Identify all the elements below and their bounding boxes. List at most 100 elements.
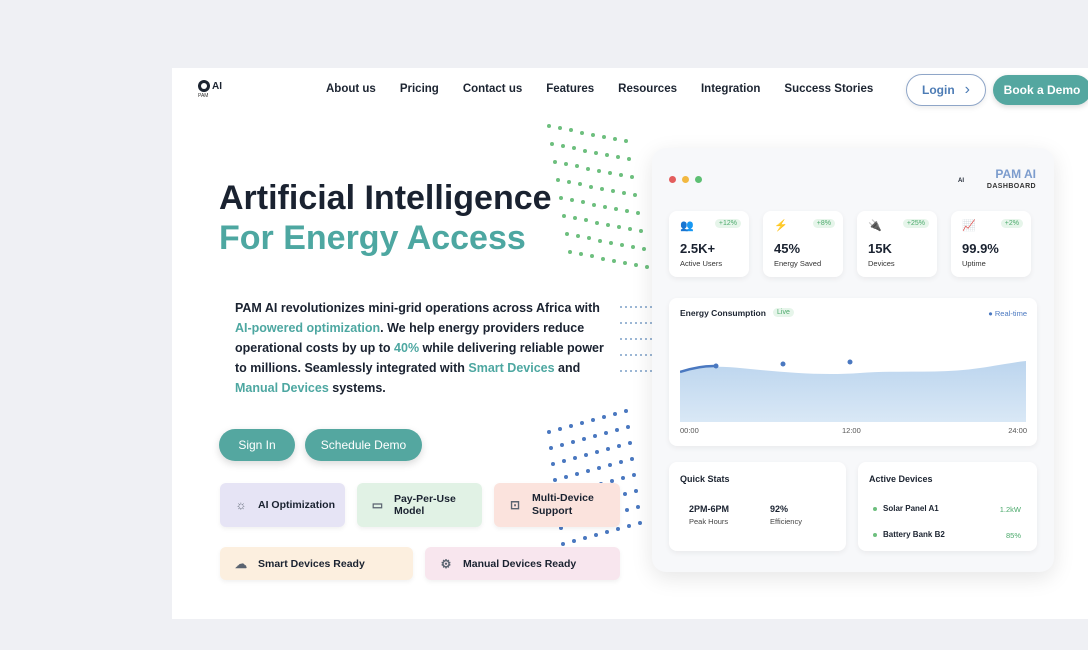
decorative-dot [547,430,551,434]
device-value: 85% [1005,531,1021,540]
decorative-dot [591,132,595,137]
decorative-dot [611,189,615,193]
decorative-dot [553,478,557,482]
feature-smart-devices[interactable]: ☁ Smart Devices Ready [220,547,413,580]
decorative-dot [562,214,566,218]
decorative-dot [642,247,646,252]
decorative-dot [564,162,568,167]
landing-page: AI PAM About us Pricing Contact us Featu… [172,68,1088,619]
feature-ai-optimization[interactable]: ☼ AI Optimization [220,483,345,527]
decorative-dot [601,256,605,261]
users-icon: 👥 [680,220,694,232]
decorative-dot [631,245,635,250]
nav-contact[interactable]: Contact us [463,83,522,95]
decorative-dot [640,354,642,356]
decorative-dot [645,306,647,308]
decorative-dot [556,178,560,182]
chevron-right-icon: › [964,81,970,98]
stat-delta: +8% [812,219,835,228]
decorative-dot [619,173,623,178]
decorative-dot [620,354,622,356]
decorative-dot [586,469,590,473]
desc-text: PAM AI revolutionizes mini-grid operatio… [235,301,600,315]
decorative-dot [620,370,622,372]
hero-title-line1: Artificial Intelligence [219,179,552,217]
feature-manual-devices[interactable]: ⚙ Manual Devices Ready [425,547,620,580]
decorative-dot [614,207,618,211]
sign-in-button[interactable]: Sign In [219,429,295,461]
decorative-dot [608,171,612,175]
decorative-dot [584,218,588,223]
data-point [780,361,786,367]
logo-text: AI [212,80,222,92]
x-axis-label: 24:00 [1008,426,1027,435]
decorative-dot [589,184,593,189]
decorative-dot [598,238,602,243]
energy-consumption-card: Energy Consumption Live ● Real-time 00:0… [669,298,1037,446]
feature-label: Multi-Device Support [532,492,594,517]
book-demo-button[interactable]: Book a Demo [993,75,1088,105]
login-label: Login [922,83,955,97]
decorative-dot [580,130,584,135]
decorative-dot [630,338,632,340]
nav-about[interactable]: About us [326,83,376,95]
decorative-dot [602,415,606,419]
device-row[interactable]: Battery Bank B2 [873,530,945,539]
nav-integration[interactable]: Integration [701,83,760,95]
decorative-dot [575,472,579,476]
decorative-dot [583,148,587,153]
decorative-dot [597,466,601,470]
schedule-demo-button[interactable]: Schedule Demo [305,429,422,461]
decorative-dot [558,126,562,131]
dashboard-preview: AI PAM AI DASHBOARD 👥 +12% 2.5K+ Active … [652,148,1054,572]
decorative-dot [578,182,582,187]
decorative-dot [635,306,637,308]
device-row[interactable]: Solar Panel A1 [873,504,939,513]
stat-card-devices: 🔌 +25% 15K Devices [857,211,937,277]
device-value: 1.2kW [999,505,1021,514]
peak-hours-value: 2PM-6PM [689,504,730,514]
decorative-dot [632,473,636,477]
nav-resources[interactable]: Resources [618,83,677,95]
decorative-dot [590,254,594,259]
stat-value: 99.9% [962,241,999,256]
nav-success-stories[interactable]: Success Stories [784,83,873,95]
login-button[interactable]: Login › [906,74,986,106]
decorative-dot [620,306,622,308]
lightbulb-icon: ☼ [235,498,247,512]
efficiency-value: 92% [770,504,789,514]
decorative-dot [613,412,617,416]
nav-pricing[interactable]: Pricing [400,83,439,95]
decorative-dot [560,443,564,447]
close-dot-icon [669,176,676,183]
decorative-dot [575,164,579,169]
logo[interactable]: AI PAM [198,80,222,99]
realtime-indicator: ● Real-time [988,309,1027,318]
decorative-dot [592,202,596,207]
decorative-dot [602,135,606,139]
decorative-dot [628,227,632,232]
decorative-dot [570,198,574,203]
nav-features[interactable]: Features [546,83,594,95]
decorative-dot [603,204,607,209]
decorative-dot [624,139,628,144]
desc-text: systems. [328,381,386,395]
feature-multi-device[interactable]: ⊡ Multi-Device Support [494,483,620,527]
decorative-dot [597,168,601,173]
main-nav: About us Pricing Contact us Features Res… [326,83,873,95]
decorative-dot [573,456,577,460]
decorative-dot [550,142,554,146]
stat-label: Devices [868,259,895,268]
stat-card-active-users: 👥 +12% 2.5K+ Active Users [669,211,749,277]
dashboard-brand: PAM AI DASHBOARD [987,167,1036,190]
decorative-dot [623,261,627,265]
feature-pay-per-use[interactable]: ▭ Pay-Per-Use Model [357,483,482,527]
decorative-dot [645,265,649,270]
decorative-dot [586,166,590,171]
terminal-icon: ⊡ [509,498,521,512]
decorative-dot [616,155,620,160]
decorative-dot [605,153,609,157]
gear-icon: ⚙ [440,556,452,571]
card-title: Active Devices [869,474,933,484]
decorative-dot [630,354,632,356]
